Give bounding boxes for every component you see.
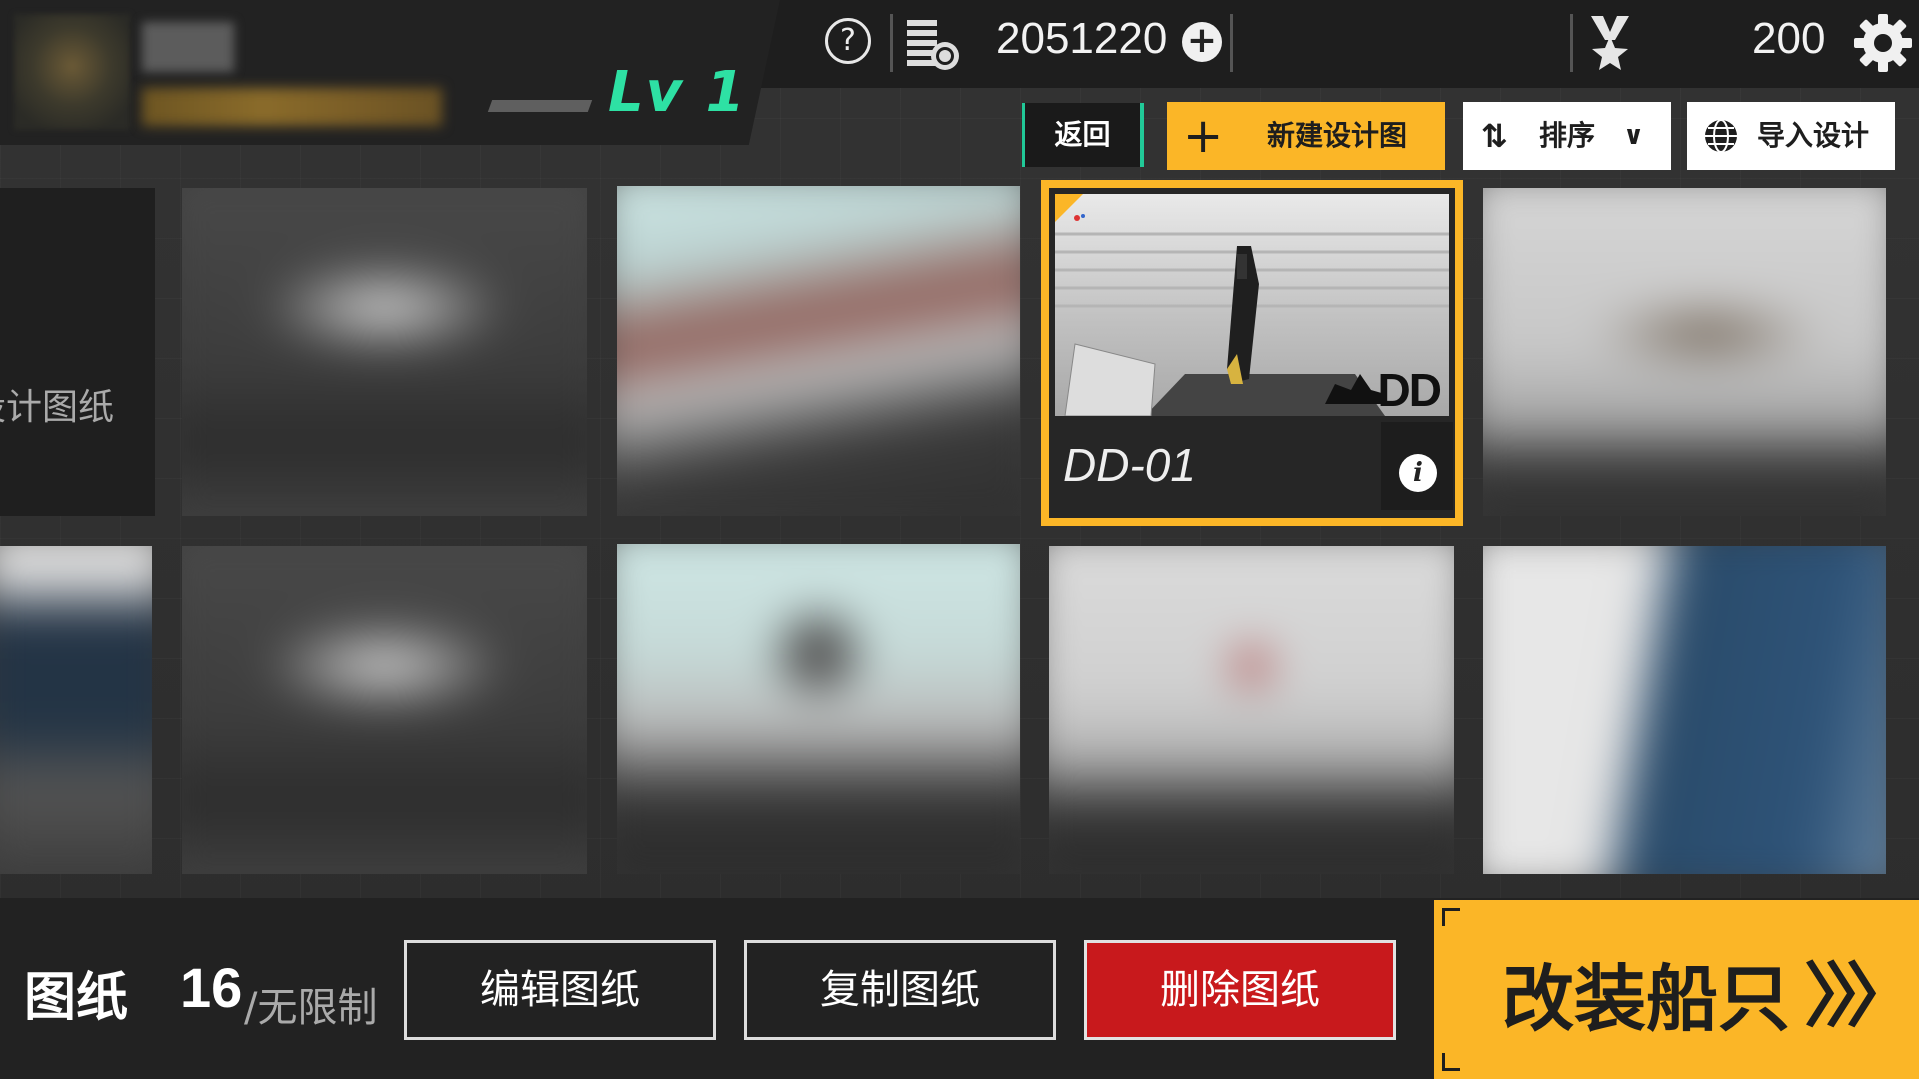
medal-icon: [1591, 16, 1629, 70]
blueprint-card[interactable]: [617, 186, 1020, 516]
player-level: Lv 1: [608, 60, 747, 125]
modify-ship-button[interactable]: 改装船只 〉〉〉: [1434, 900, 1919, 1079]
corner-mark: [1442, 1053, 1460, 1071]
new-design-button[interactable]: + 新建设计图: [1167, 102, 1445, 170]
blueprint-card[interactable]: [1483, 188, 1886, 516]
exp-bar-blurred: [142, 88, 442, 126]
ship-class-tag: DD: [1378, 364, 1441, 416]
blueprints-count: 16: [180, 956, 243, 1019]
currency-value: 2051220: [996, 14, 1168, 63]
profile-panel[interactable]: Lv 1: [0, 0, 780, 145]
corner-mark: [1442, 908, 1460, 926]
avatar[interactable]: [14, 14, 130, 130]
level-bar: [487, 100, 593, 112]
help-icon[interactable]: ?: [825, 18, 871, 64]
arrows-right-icon: 〉〉〉: [1804, 955, 1916, 1037]
medal-value: 200: [1752, 14, 1826, 63]
divider: [890, 14, 893, 72]
new-design-label: 新建设计图: [1267, 119, 1408, 152]
blueprint-screen: Lv 1 ? 2051220 + 200 返回 + 新建设计图 ⇅ 排序 ∨ 导…: [0, 0, 1919, 1079]
divider: [1230, 14, 1233, 72]
blueprint-name: DD-01: [1063, 439, 1196, 491]
sort-button[interactable]: ⇅ 排序 ∨: [1463, 102, 1671, 170]
gear-icon[interactable]: [1852, 12, 1914, 74]
blueprint-card-label: 设计图纸: [0, 387, 115, 428]
blueprint-card-partial[interactable]: [0, 546, 152, 874]
sort-label: 排序: [1539, 119, 1596, 152]
ship-preview-image: DD: [1055, 194, 1449, 416]
edit-blueprint-button[interactable]: 编辑图纸: [404, 940, 716, 1040]
copy-blueprint-button[interactable]: 复制图纸: [744, 940, 1056, 1040]
divider: [1570, 14, 1573, 72]
delete-blueprint-button[interactable]: 删除图纸: [1084, 940, 1396, 1040]
blueprint-card[interactable]: [617, 544, 1020, 874]
import-design-button[interactable]: 导入设计: [1687, 102, 1895, 170]
blueprint-card[interactable]: [182, 546, 587, 874]
import-label: 导入设计: [1757, 119, 1870, 152]
player-name-blurred: [142, 22, 234, 72]
add-currency-icon[interactable]: +: [1182, 22, 1222, 62]
blueprint-card-selected[interactable]: DD DD-01 i: [1041, 180, 1463, 526]
blueprint-card[interactable]: [1483, 546, 1886, 874]
back-button[interactable]: 返回: [1022, 103, 1144, 167]
blueprint-card[interactable]: [1049, 546, 1454, 874]
blueprint-card[interactable]: [182, 188, 587, 516]
coin-icon: [907, 20, 959, 70]
blueprints-limit: /无限制: [244, 985, 378, 1031]
plus-icon: +: [1183, 108, 1224, 164]
blueprint-card-partial[interactable]: [0, 188, 155, 516]
modify-ship-label: 改装船只: [1502, 957, 1791, 1041]
blueprints-label: 图纸: [24, 968, 129, 1028]
globe-icon: [1705, 119, 1737, 153]
chevron-down-icon: ∨: [1623, 121, 1645, 151]
info-icon[interactable]: i: [1399, 454, 1437, 492]
sort-icon: ⇅: [1481, 117, 1508, 155]
